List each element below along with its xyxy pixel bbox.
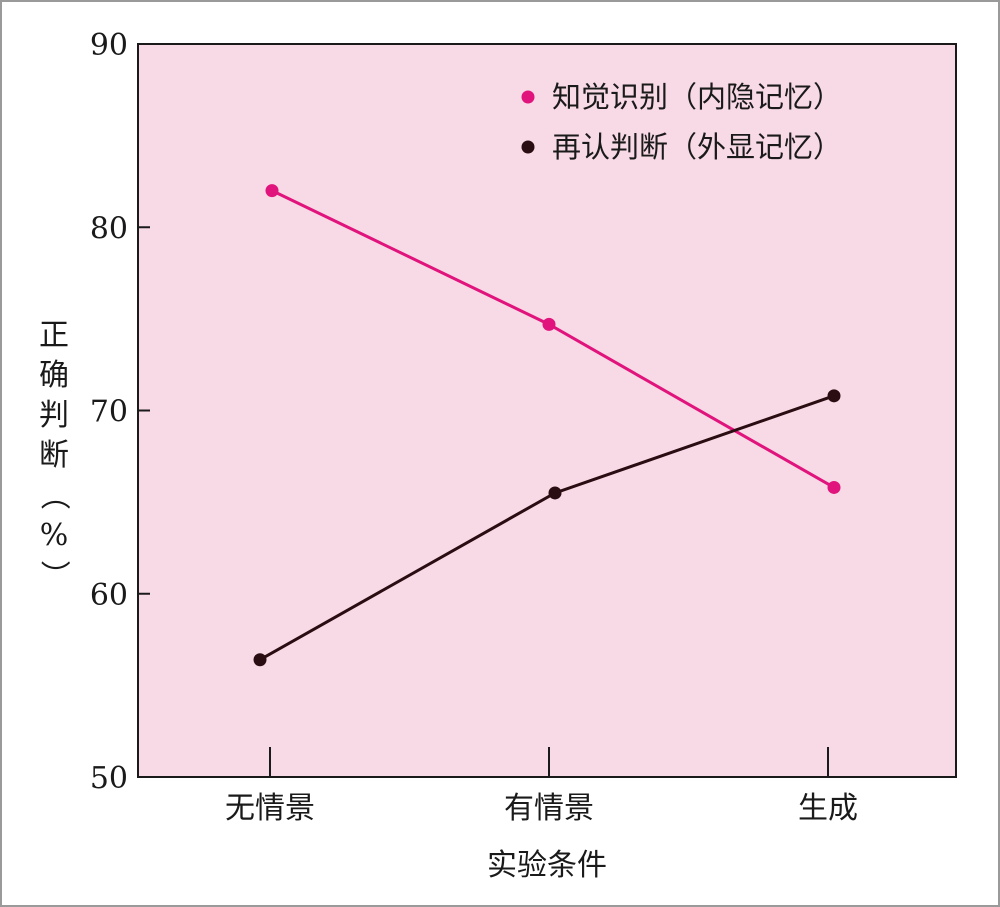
y-tick-label: 50 — [90, 761, 128, 796]
legend-label: 再认判断（外显记忆） — [552, 130, 842, 164]
x-tick-label: 生成 — [798, 791, 858, 826]
data-point — [827, 480, 841, 494]
data-point — [548, 486, 562, 500]
x-axis-title: 实验条件 — [487, 848, 607, 883]
y-tick-label: 80 — [90, 211, 128, 246]
legend-marker — [521, 90, 535, 104]
y-axis-title-char: % — [40, 518, 69, 553]
y-axis-title-char: （ — [36, 480, 71, 510]
data-point — [253, 653, 267, 667]
y-axis-title-char: ） — [36, 560, 71, 590]
x-tick-label: 有情景 — [504, 791, 594, 826]
y-tick-label: 60 — [90, 578, 128, 613]
legend-label: 知觉识别（内隐记忆） — [552, 80, 842, 114]
y-tick-label: 90 — [90, 28, 128, 63]
y-axis-title-char: 断 — [39, 438, 69, 473]
data-point — [827, 389, 841, 403]
x-tick-label: 无情景 — [225, 791, 315, 826]
y-axis-title-char: 判 — [39, 398, 69, 433]
line-chart: 5060708090无情景 有情景 生成 知觉识别（内隐记忆）再认判断（外显记忆） … — [36, 28, 957, 883]
y-tick-label: 70 — [90, 395, 128, 430]
data-point — [542, 317, 556, 331]
y-axis-title-char: 确 — [39, 358, 69, 393]
y-axis-title-char: 正 — [39, 318, 69, 353]
legend-marker — [521, 140, 535, 154]
data-point — [265, 184, 279, 198]
y-axis-title: 正确判断 （% ） — [36, 318, 71, 590]
